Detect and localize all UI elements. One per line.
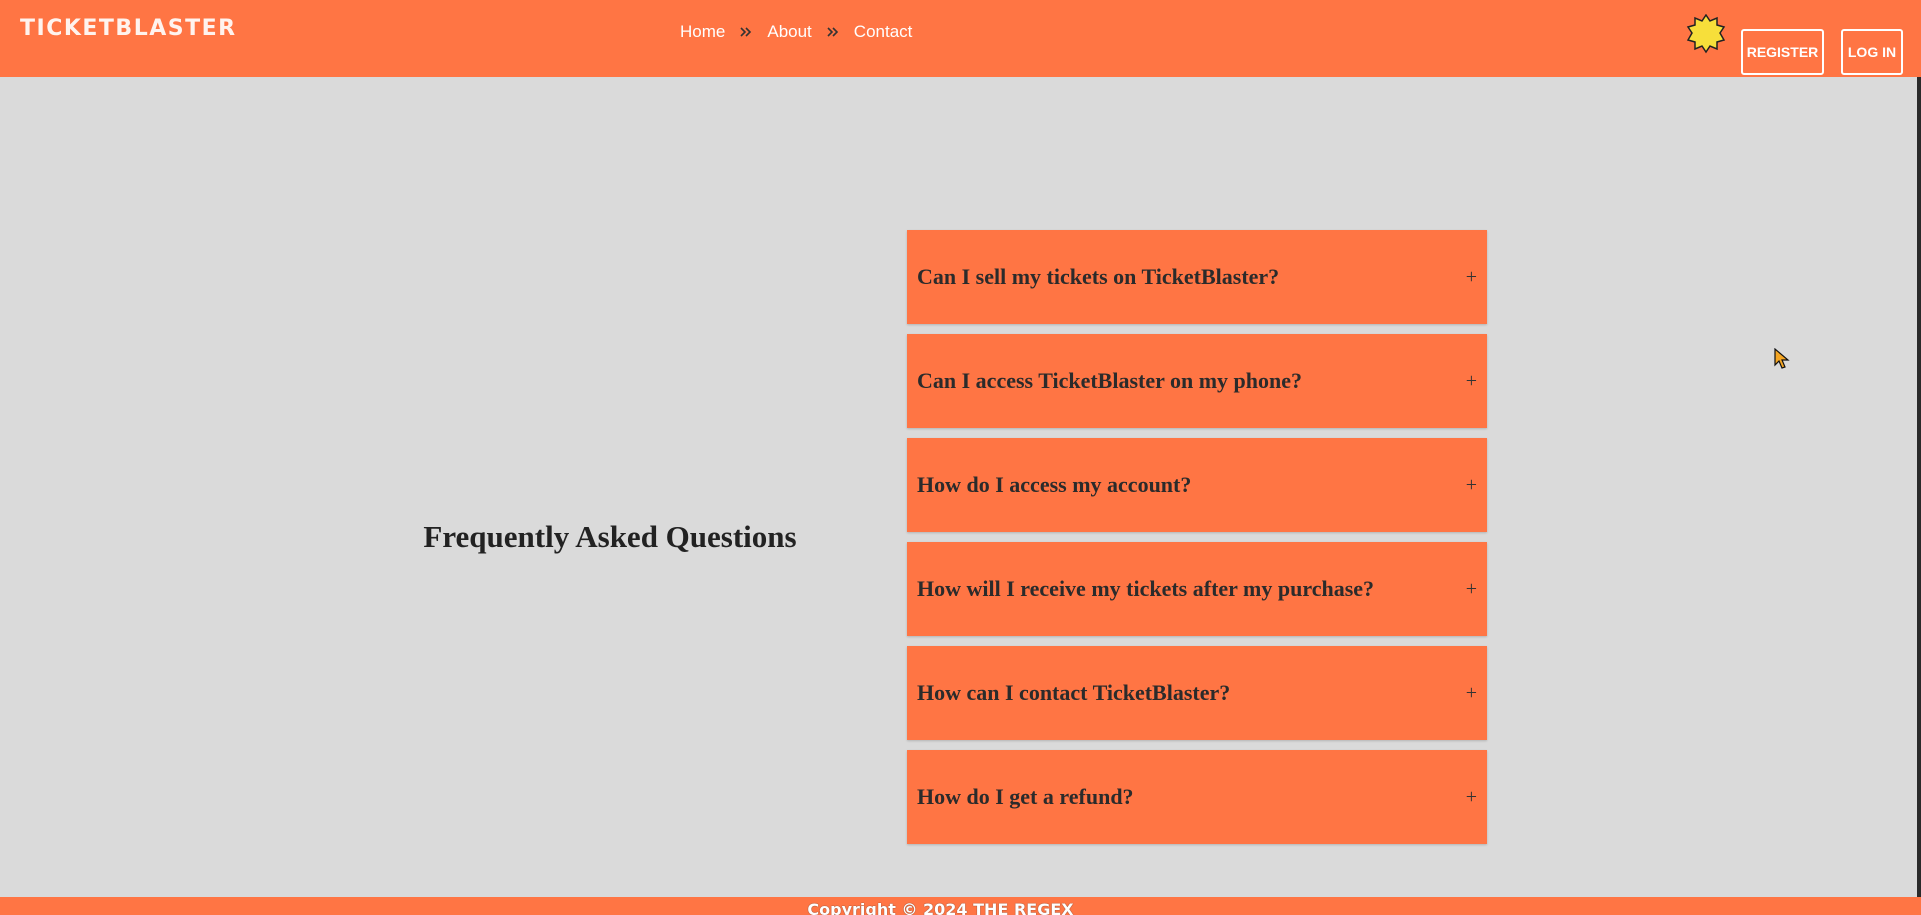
faq-question: How do I get a refund? (917, 784, 1134, 809)
copyright-text: Copyright © 2024 THE REGEX (807, 900, 1074, 915)
page-title: Frequently Asked Questions (423, 519, 797, 554)
faq-item-phone-access[interactable]: Can I access TicketBlaster on my phone? … (907, 334, 1487, 428)
site-header: TICKETBLASTER Home About Contact REGISTE… (0, 0, 1921, 77)
nav-contact-link[interactable]: Contact (854, 22, 913, 42)
logo[interactable]: TICKETBLASTER (20, 14, 237, 44)
page: TICKETBLASTER Home About Contact REGISTE… (0, 0, 1921, 915)
faq-item-account-access[interactable]: How do I access my account? + (907, 438, 1487, 532)
login-button[interactable]: LOG IN (1841, 29, 1903, 75)
sun-moon-icon[interactable] (1686, 14, 1726, 54)
double-chevron-right-icon (740, 27, 752, 37)
faq-item-receive-tickets[interactable]: How will I receive my tickets after my p… (907, 542, 1487, 636)
site-footer: Copyright © 2024 THE REGEX (0, 897, 1921, 915)
plus-icon[interactable]: + (1466, 646, 1477, 740)
faq-question: How can I contact TicketBlaster? (917, 680, 1231, 705)
plus-icon[interactable]: + (1466, 542, 1477, 636)
scrollbar-edge (1917, 77, 1921, 897)
faq-question: Can I access TicketBlaster on my phone? (917, 368, 1303, 393)
nav-home-link[interactable]: Home (680, 22, 725, 42)
mouse-cursor-icon (1774, 348, 1790, 369)
plus-icon[interactable]: + (1466, 438, 1477, 532)
faq-list: Can I sell my tickets on TicketBlaster? … (907, 230, 1487, 854)
nav-about-link[interactable]: About (767, 22, 811, 42)
breadcrumb-nav: Home About Contact (680, 20, 912, 44)
faq-item-sell-tickets[interactable]: Can I sell my tickets on TicketBlaster? … (907, 230, 1487, 324)
faq-question: Can I sell my tickets on TicketBlaster? (917, 264, 1280, 289)
plus-icon[interactable]: + (1466, 750, 1477, 844)
faq-item-refund[interactable]: How do I get a refund? + (907, 750, 1487, 844)
plus-icon[interactable]: + (1466, 334, 1477, 428)
faq-item-contact[interactable]: How can I contact TicketBlaster? + (907, 646, 1487, 740)
plus-icon[interactable]: + (1466, 230, 1477, 324)
double-chevron-right-icon (827, 27, 838, 37)
faq-question: How will I receive my tickets after my p… (917, 576, 1375, 601)
faq-question: How do I access my account? (917, 472, 1192, 497)
register-button[interactable]: REGISTER (1741, 29, 1824, 75)
